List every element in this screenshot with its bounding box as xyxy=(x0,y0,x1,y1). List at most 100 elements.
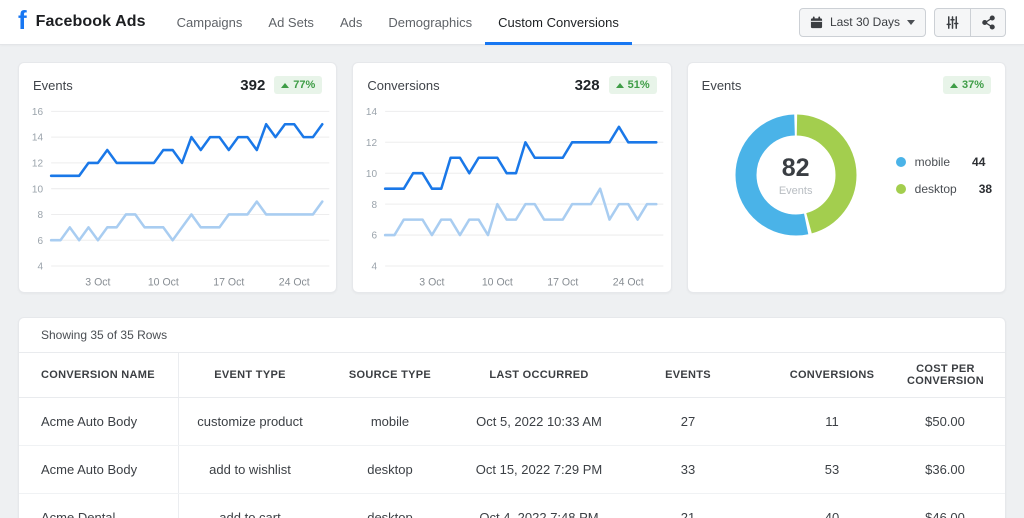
nav-tab-custom-conversions[interactable]: Custom Conversions xyxy=(485,0,632,45)
svg-text:8: 8 xyxy=(38,210,44,221)
metric-cards-row: Events 392 77% 4 6 8 10 12 14 16 3 Oct 10 Oct 17 … xyxy=(18,62,1006,293)
svg-text:3 Oct: 3 Oct xyxy=(85,276,110,288)
svg-text:17 Oct: 17 Oct xyxy=(548,276,579,288)
table-cell: customize product xyxy=(179,398,321,445)
table-cell: mobile xyxy=(321,398,459,445)
up-arrow-icon xyxy=(616,83,624,88)
table-cell: 11 xyxy=(757,398,907,445)
card-title: Events xyxy=(33,78,73,93)
column-header: LAST OCCURRED xyxy=(459,353,619,397)
svg-text:6: 6 xyxy=(38,236,44,247)
nav-tab-ads[interactable]: Ads xyxy=(327,0,375,45)
table-cell: desktop xyxy=(321,494,459,518)
change-value: 37% xyxy=(962,79,984,91)
table-cell: Oct 4, 2022 7:48 PM xyxy=(459,494,619,518)
svg-text:14: 14 xyxy=(366,107,377,118)
table-cell: $46.00 xyxy=(907,494,983,518)
svg-text:14: 14 xyxy=(32,133,43,144)
svg-text:4: 4 xyxy=(38,261,44,272)
table-cell: 53 xyxy=(757,446,907,493)
table-cell: Acme Auto Body xyxy=(41,398,179,445)
svg-text:16: 16 xyxy=(32,107,43,118)
nav-tab-campaigns[interactable]: Campaigns xyxy=(164,0,256,45)
table-cell: 21 xyxy=(619,494,757,518)
legend-label: mobile xyxy=(915,155,950,169)
table-cell: Oct 5, 2022 10:33 AM xyxy=(459,398,619,445)
legend-value: 38 xyxy=(979,182,992,196)
column-header: CONVERSION NAME xyxy=(41,353,179,397)
table-summary: Showing 35 of 35 Rows xyxy=(19,318,1005,353)
table-row: Acme Dentaladd to cartdesktopOct 4, 2022… xyxy=(19,494,1005,518)
conversions-line-card: Conversions 328 51% 4681012143 Oct10 Oct… xyxy=(352,62,671,293)
svg-text:6: 6 xyxy=(372,231,378,242)
conversions-table-card: Showing 35 of 35 Rows CONVERSION NAMEEVE… xyxy=(18,317,1006,518)
svg-text:10: 10 xyxy=(32,184,43,195)
nav-tab-ad-sets[interactable]: Ad Sets xyxy=(255,0,327,45)
svg-text:17 Oct: 17 Oct xyxy=(213,276,244,288)
column-header: SOURCE TYPE xyxy=(321,353,459,397)
up-arrow-icon xyxy=(281,83,289,88)
legend-value: 44 xyxy=(972,155,985,169)
table-cell: add to cart xyxy=(179,494,321,518)
legend-item-mobile: mobile 44 xyxy=(896,155,992,169)
desktop-dot-icon xyxy=(896,184,906,194)
change-value: 77% xyxy=(293,79,315,91)
table-row: Acme Auto Bodycustomize productmobileOct… xyxy=(19,398,1005,446)
legend-item-desktop: desktop 38 xyxy=(896,182,992,196)
calendar-icon xyxy=(810,16,823,29)
conversions-line-chart: 4681012143 Oct10 Oct17 Oct24 Oct xyxy=(353,97,670,295)
svg-text:10 Oct: 10 Oct xyxy=(148,276,179,288)
mobile-dot-icon xyxy=(896,157,906,167)
share-button[interactable] xyxy=(970,9,1005,36)
chevron-down-icon xyxy=(907,20,915,25)
table-cell: Acme Auto Body xyxy=(41,446,179,493)
column-header: EVENTS xyxy=(619,353,757,397)
nav-tab-demographics[interactable]: Demographics xyxy=(375,0,485,45)
table-row: Acme Auto Bodyadd to wishlistdesktopOct … xyxy=(19,446,1005,494)
donut-legend: mobile 44 desktop 38 xyxy=(896,155,992,196)
table-cell: 27 xyxy=(619,398,757,445)
column-header: EVENT TYPE xyxy=(179,353,321,397)
filter-sliders-icon xyxy=(945,15,960,30)
facebook-logo-icon: f xyxy=(18,7,27,33)
card-title: Conversions xyxy=(367,78,439,93)
nav-controls: Last 30 Days xyxy=(799,8,1006,37)
svg-text:24 Oct: 24 Oct xyxy=(279,276,310,288)
column-header: COST PER CONVERSION xyxy=(907,353,984,397)
svg-text:8: 8 xyxy=(372,200,378,211)
metric-total: 328 xyxy=(575,77,600,94)
top-nav: f Facebook Ads CampaignsAd SetsAdsDemogr… xyxy=(0,0,1024,45)
svg-text:12: 12 xyxy=(366,138,377,149)
toolbar-icon-group xyxy=(934,8,1006,37)
legend-label: desktop xyxy=(915,182,957,196)
table-cell: Oct 15, 2022 7:29 PM xyxy=(459,446,619,493)
table-cell: 33 xyxy=(619,446,757,493)
svg-text:12: 12 xyxy=(32,158,43,169)
filter-button[interactable] xyxy=(935,9,970,36)
events-line-chart: 4 6 8 10 12 14 16 3 Oct 10 Oct 17 Oct 24 Oct xyxy=(19,97,336,295)
table-cell: $50.00 xyxy=(907,398,983,445)
column-header: CONVERSIONS xyxy=(757,353,907,397)
metric-total: 392 xyxy=(240,77,265,94)
date-range-button[interactable]: Last 30 Days xyxy=(799,8,926,37)
table-cell: desktop xyxy=(321,446,459,493)
table-cell: Acme Dental xyxy=(41,494,179,518)
svg-text:10: 10 xyxy=(366,169,377,180)
change-badge: 37% xyxy=(943,76,991,94)
main-content: Events 392 77% 4 6 8 10 12 14 16 3 Oct 10 Oct 17 … xyxy=(0,45,1024,518)
card-title: Events xyxy=(702,78,742,93)
events-donut-chart xyxy=(730,109,862,246)
svg-text:3 Oct: 3 Oct xyxy=(420,276,445,288)
change-badge: 51% xyxy=(609,76,657,94)
table-cell: 40 xyxy=(757,494,907,518)
date-range-label: Last 30 Days xyxy=(830,15,900,29)
up-arrow-icon xyxy=(950,83,958,88)
table-cell: $36.00 xyxy=(907,446,983,493)
change-badge: 77% xyxy=(274,76,322,94)
table-header-row: CONVERSION NAMEEVENT TYPESOURCE TYPELAST… xyxy=(19,353,1005,398)
events-donut-card: Events 37% 82 Events mobile44desktop38 xyxy=(687,62,1006,293)
change-value: 51% xyxy=(628,79,650,91)
share-icon xyxy=(981,15,996,30)
nav-tabs: CampaignsAd SetsAdsDemographicsCustom Co… xyxy=(164,0,632,45)
events-line-card: Events 392 77% 4 6 8 10 12 14 16 3 Oct 10 Oct 17 … xyxy=(18,62,337,293)
